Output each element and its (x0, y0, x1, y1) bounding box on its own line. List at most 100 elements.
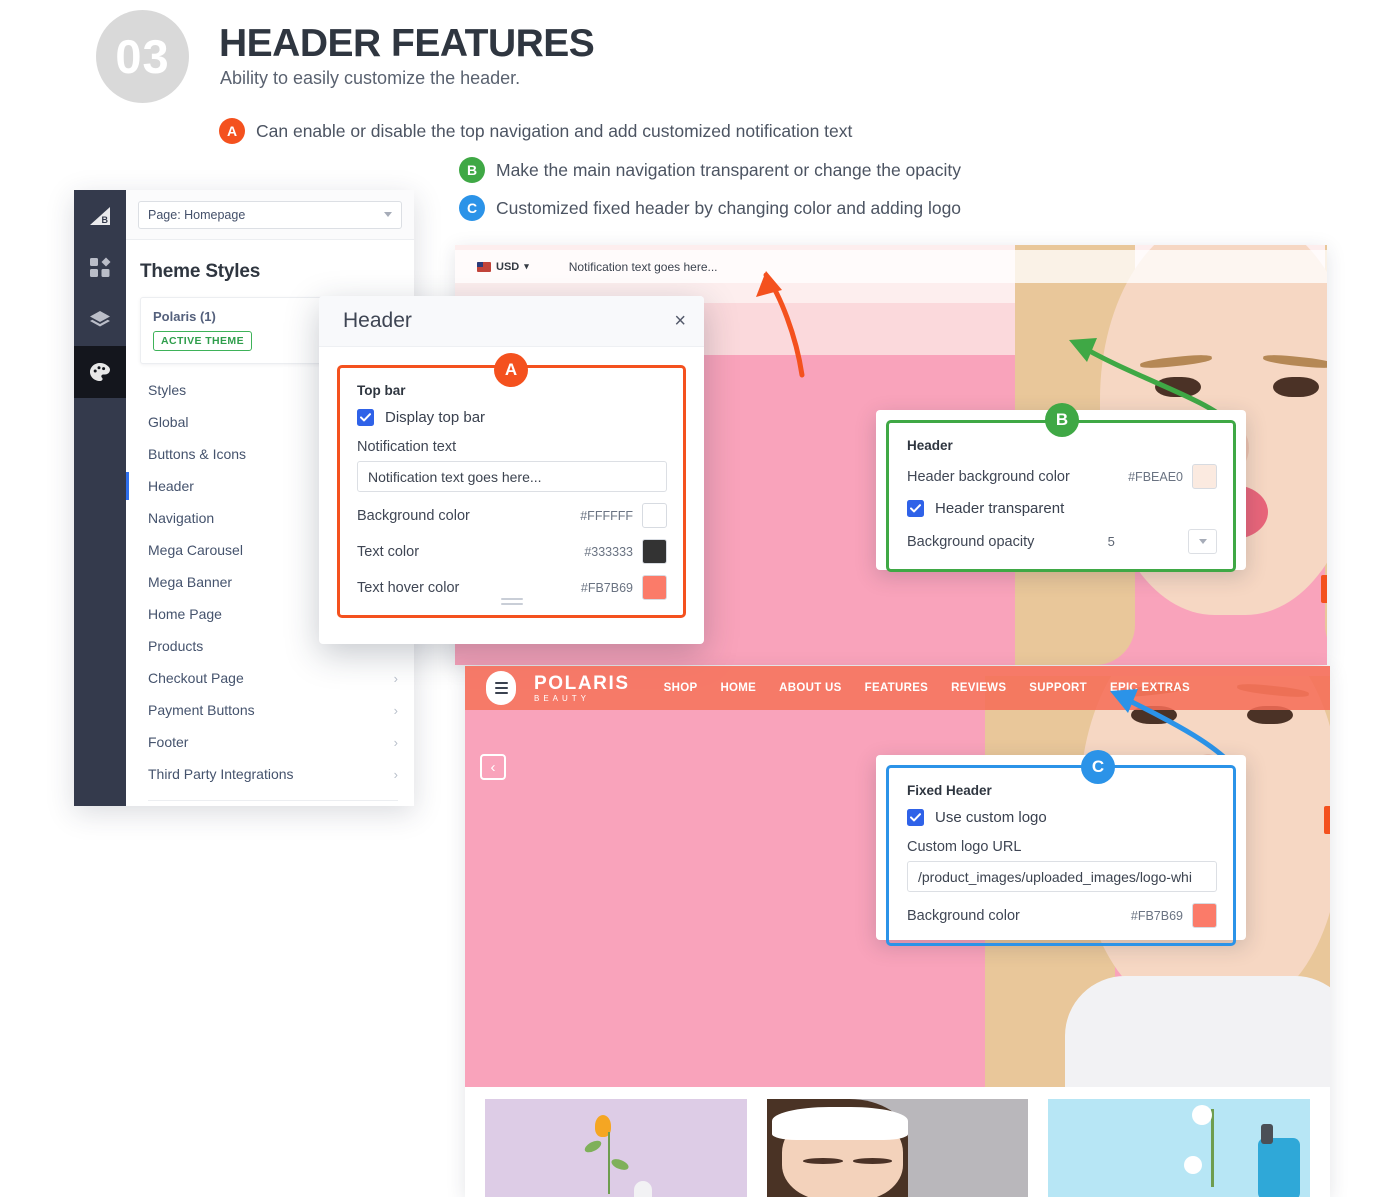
background-color-swatch[interactable] (642, 503, 667, 528)
header-bg-color-row: Header background color #FBEAE0 (907, 464, 1217, 489)
page-title: HEADER FEATURES (219, 22, 595, 65)
nav-menu: SHOP HOME ABOUT US FEATURES REVIEWS SUPP… (664, 682, 1190, 694)
sidebar-item-label: Global (148, 414, 189, 430)
text-hover-color-label: Text hover color (357, 579, 460, 596)
thumbnail-2[interactable] (766, 1099, 1029, 1197)
chevron-down-icon (1198, 539, 1207, 544)
nav-item-shop[interactable]: SHOP (664, 682, 698, 694)
checkbox-icon[interactable] (357, 409, 374, 426)
text-color-row: Text color #333333 (357, 539, 667, 564)
checkbox-icon[interactable] (907, 500, 924, 517)
header-bg-color-label: Header background color (907, 468, 1070, 485)
top-bar-settings-group: Top bar Display top bar Notification tex… (337, 365, 686, 618)
preview-edge-tab-2[interactable] (1324, 806, 1330, 834)
custom-logo-url-label: Custom logo URL (907, 839, 1022, 855)
menu-burger-icon[interactable] (486, 671, 516, 705)
sidebar-item-third-party-integrations[interactable]: Third Party Integrations › (126, 758, 414, 790)
carousel-prev-button[interactable]: ‹ (480, 754, 506, 780)
sidebar-item-label: Styles (148, 382, 187, 398)
bullet-b-badge: B (459, 157, 485, 183)
panel-c-inner: Fixed Header Use custom logo Custom logo… (886, 765, 1236, 946)
us-flag-icon (477, 261, 491, 272)
main-navigation: POLARIS BEAUTY SHOP HOME ABOUT US FEATUR… (465, 666, 1330, 710)
thumbnail-1[interactable] (485, 1099, 747, 1197)
palette-icon[interactable] (74, 346, 126, 398)
svg-text:B: B (102, 215, 109, 225)
use-custom-logo-row[interactable]: Use custom logo (907, 809, 1217, 826)
nav-item-about-us[interactable]: ABOUT US (779, 682, 841, 694)
bullet-c-text: Customized fixed header by changing colo… (496, 197, 962, 218)
text-color-value: #333333 (584, 544, 633, 559)
bullet-b-text: Make the main navigation transparent or … (496, 159, 962, 180)
nav-item-reviews[interactable]: REVIEWS (951, 682, 1006, 694)
header-transparent-row[interactable]: Header transparent (907, 500, 1217, 517)
notification-text-input[interactable]: Notification text goes here... (357, 461, 667, 492)
text-color-swatch[interactable] (642, 539, 667, 564)
use-custom-logo-label: Use custom logo (935, 809, 1047, 826)
modal-header: Header × (319, 296, 704, 347)
chevron-down-icon: ▾ (524, 261, 529, 271)
modal-body: Top bar Display top bar Notification tex… (319, 347, 704, 618)
text-hover-color-swatch[interactable] (642, 575, 667, 600)
sidebar-item-label: Mega Banner (148, 574, 233, 590)
fixed-header-bg-color-value: #FB7B69 (1130, 908, 1183, 923)
panel-b-inner: Header Header background color #FBEAE0 H… (886, 420, 1236, 572)
nav-item-home[interactable]: HOME (720, 682, 756, 694)
preview-top-bar: USD ▾ Notification text goes here... (455, 250, 1327, 283)
thumbnail-3[interactable] (1048, 1099, 1311, 1197)
custom-logo-url-input[interactable]: /product_images/uploaded_images/logo-whi (907, 861, 1217, 892)
section-number: 03 (115, 30, 170, 83)
brand-logo-icon[interactable]: B (74, 190, 126, 242)
text-hover-color-row: Text hover color #FB7B69 (357, 575, 667, 600)
currency-selector[interactable]: USD ▾ (477, 261, 529, 273)
sidebar-item-label: Footer (148, 734, 189, 750)
fixed-header-bg-color-swatch[interactable] (1192, 903, 1217, 928)
sidebar-item-label: Navigation (148, 510, 215, 526)
checkbox-icon[interactable] (907, 809, 924, 826)
bullet-a-text: Can enable or disable the top navigation… (256, 120, 853, 141)
nav-item-support[interactable]: SUPPORT (1029, 682, 1087, 694)
sidebar-item-payment-buttons[interactable]: Payment Buttons › (126, 694, 414, 726)
header-bg-color-swatch[interactable] (1192, 464, 1217, 489)
close-icon[interactable]: × (674, 311, 686, 331)
sidebar-item-footer[interactable]: Footer › (126, 726, 414, 758)
display-top-bar-row[interactable]: Display top bar (357, 409, 667, 426)
modal-resize-handle[interactable] (500, 598, 523, 606)
chevron-right-icon: › (393, 766, 398, 782)
bullet-c: C Customized fixed header by changing co… (459, 195, 961, 221)
chevron-right-icon: › (393, 702, 398, 718)
bullet-c-badge: C (459, 195, 485, 221)
marker-b: B (1045, 403, 1079, 437)
page-select-value: Page: Homepage (148, 207, 246, 222)
chevron-right-icon: › (393, 670, 398, 686)
fixed-header-bg-color-row: Background color #FB7B69 (907, 903, 1217, 928)
icon-rail: B (74, 190, 126, 806)
sidebar-item-label: Buttons & Icons (148, 446, 247, 462)
header-settings-modal: Header × Top bar Display top bar Notific… (319, 296, 704, 644)
fixed-header-callout: Fixed Header Use custom logo Custom logo… (876, 755, 1246, 946)
logo-secondary-text: BEAUTY (534, 693, 591, 703)
layers-icon[interactable] (74, 294, 126, 346)
sidebar-item-label: Home Page (148, 606, 222, 622)
thumbnail-row (465, 1087, 1330, 1197)
bullet-a: A Can enable or disable the top navigati… (219, 118, 852, 144)
panel-b-title: Header (907, 438, 953, 453)
chevron-right-icon: › (393, 734, 398, 750)
sidebar-item-checkout-page[interactable]: Checkout Page › (126, 662, 414, 694)
dashboard-icon[interactable] (74, 242, 126, 294)
sidebar-item-label: Header (148, 478, 194, 494)
panel-c-title: Fixed Header (907, 783, 992, 798)
display-top-bar-label: Display top bar (385, 409, 486, 426)
sidebar-item-label: Products (148, 638, 204, 654)
nav-item-epic-extras[interactable]: EPIC EXTRAS (1110, 682, 1190, 694)
page-select-dropdown[interactable]: Page: Homepage (138, 200, 402, 229)
background-color-value: #FFFFFF (580, 508, 633, 523)
preview-edge-tab[interactable] (1321, 575, 1327, 603)
background-opacity-label: Background opacity (907, 533, 1035, 550)
background-opacity-dropdown[interactable] (1188, 529, 1217, 554)
site-logo[interactable]: POLARIS BEAUTY (534, 674, 630, 703)
nav-item-features[interactable]: FEATURES (865, 682, 929, 694)
nav-divider (148, 800, 398, 801)
section-number-badge: 03 (96, 10, 189, 103)
bullet-b: B Make the main navigation transparent o… (459, 157, 961, 183)
